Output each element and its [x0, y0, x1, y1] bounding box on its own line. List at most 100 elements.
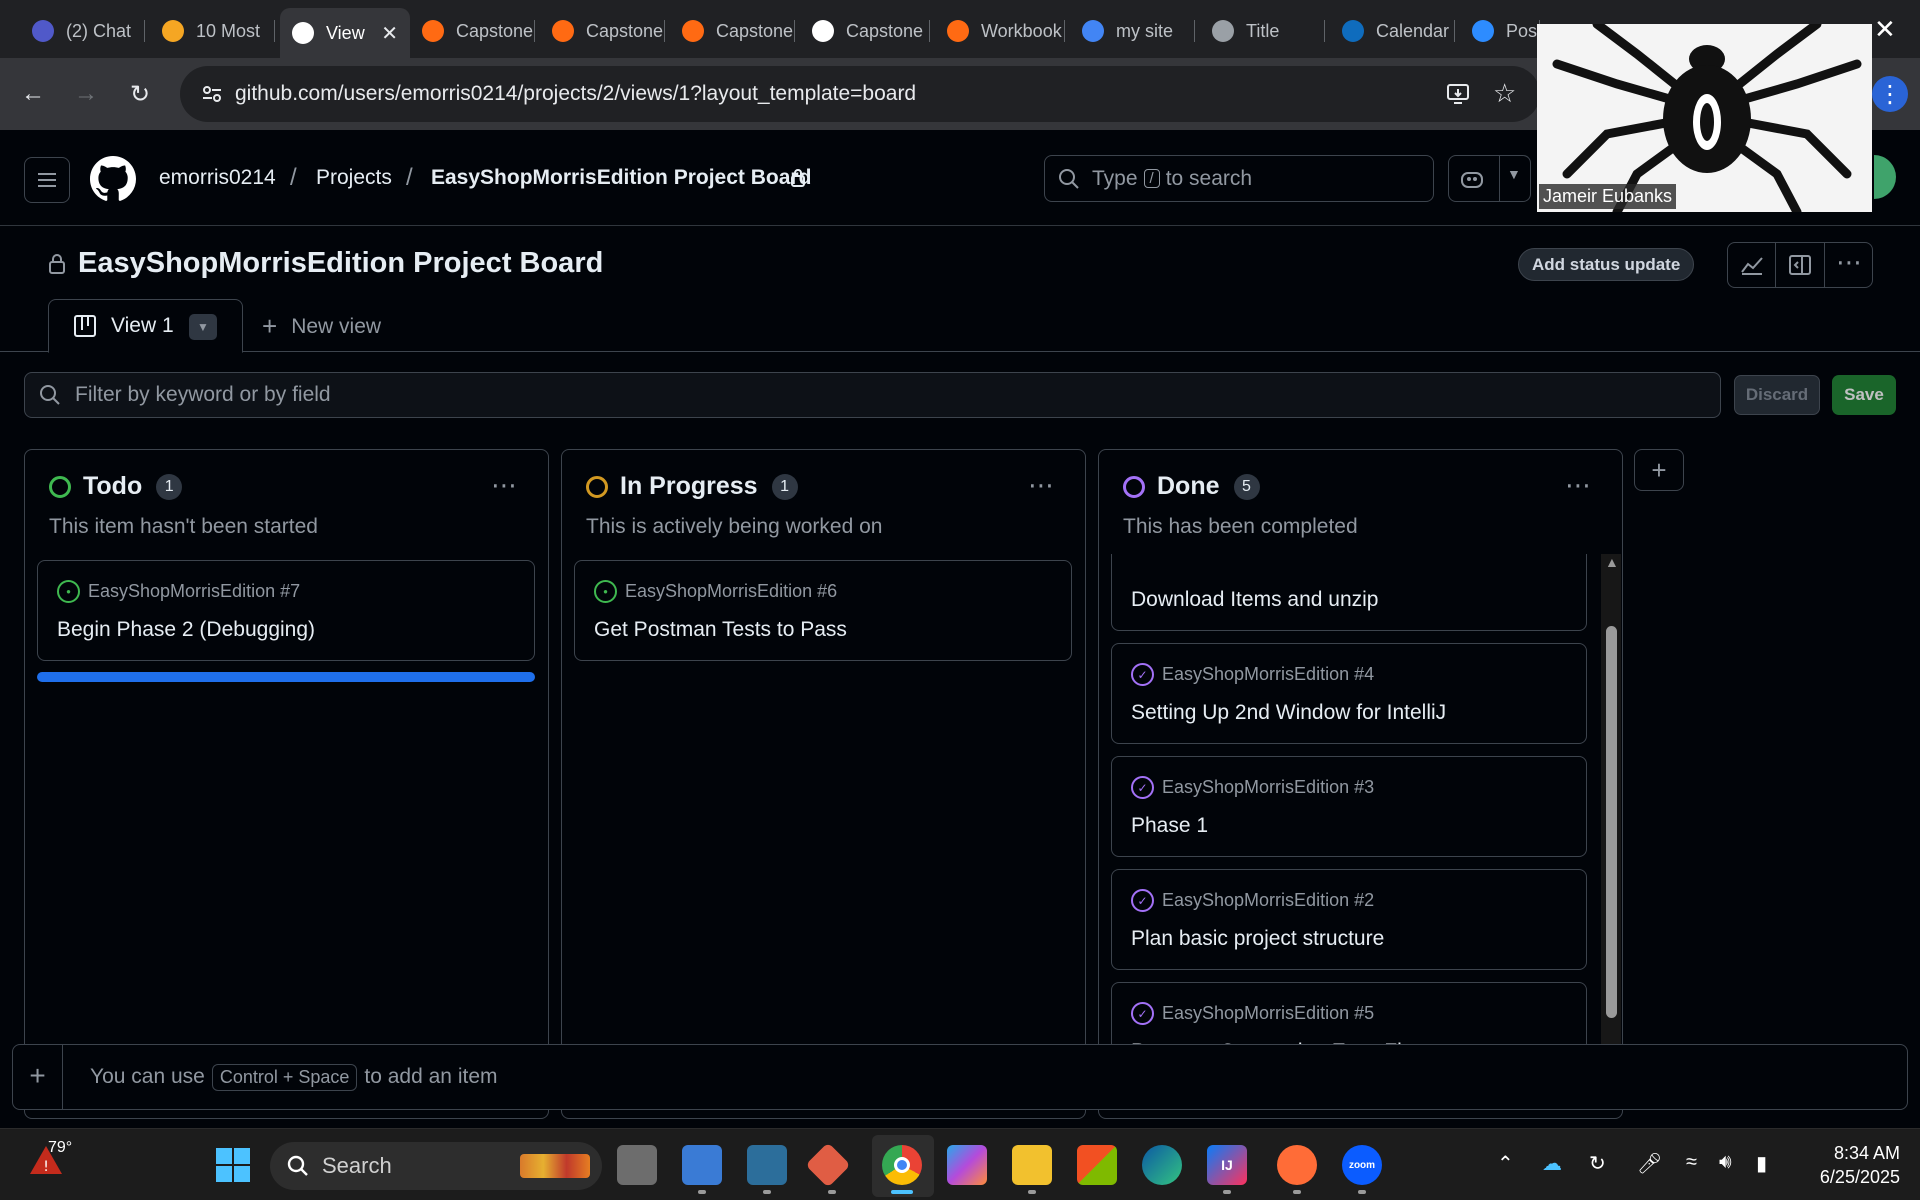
windows-start-icon[interactable]: [213, 1145, 253, 1185]
install-app-icon[interactable]: [1445, 81, 1471, 107]
bookmark-star-icon[interactable]: ☆: [1493, 78, 1516, 109]
close-tab-icon[interactable]: ✕: [381, 21, 398, 46]
card-title[interactable]: Plan basic project structure: [1131, 927, 1384, 951]
taskbar-search-label: Search: [322, 1153, 392, 1178]
running-indicator: [698, 1190, 706, 1194]
card-title[interactable]: Phase 1: [1131, 814, 1208, 838]
taskbar-search[interactable]: Search: [270, 1142, 602, 1190]
back-icon[interactable]: ←: [15, 76, 51, 112]
zoom-icon[interactable]: zoom: [1342, 1145, 1382, 1185]
mysql-workbench-icon[interactable]: [747, 1145, 787, 1185]
search-shortcut-key: /: [1143, 169, 1160, 188]
breadcrumb-owner[interactable]: emorris0214: [159, 166, 276, 190]
github-logo-icon[interactable]: [90, 156, 136, 202]
close-overlay-icon[interactable]: ✕: [1874, 14, 1896, 45]
issue-card[interactable]: ● EasyShopMorrisEdition #6 Get Postman Tes…: [574, 560, 1072, 661]
video-call-overlay[interactable]: Jameir Eubanks: [1537, 24, 1872, 212]
git-icon[interactable]: [805, 1142, 851, 1188]
card-title[interactable]: Get Postman Tests to Pass: [594, 618, 847, 642]
intellij-icon[interactable]: IJ: [1207, 1145, 1247, 1185]
issue-card[interactable]: ✓ EasyShopMorrisEdition #2 Plan basic proj…: [1111, 869, 1587, 970]
microsoft-store-icon[interactable]: [1077, 1145, 1117, 1185]
outlook-icon: [1342, 20, 1364, 42]
card-repo[interactable]: EasyShopMorrisEdition #3: [1162, 777, 1374, 798]
card-title[interactable]: Begin Phase 2 (Debugging): [57, 618, 315, 642]
openai-icon: [812, 20, 834, 42]
side-panel-icon[interactable]: [1788, 254, 1812, 276]
weather-widget[interactable]: ! 79°: [28, 1139, 72, 1175]
filter-input[interactable]: Filter by keyword or by field: [24, 372, 1721, 418]
browser-tab[interactable]: Calendar: [1330, 10, 1455, 52]
scrollbar-thumb[interactable]: [1606, 626, 1617, 1018]
postman-icon[interactable]: [1277, 1145, 1317, 1185]
breadcrumb-project[interactable]: EasyShopMorrisEdition Project Board: [431, 166, 811, 190]
card-meta: ● EasyShopMorrisEdition #7: [57, 580, 300, 603]
address-bar[interactable]: github.com/users/emorris0214/projects/2/…: [180, 66, 1540, 122]
browser-tab[interactable]: 10 Most: [150, 10, 275, 52]
column-menu-icon[interactable]: ⋯: [1565, 470, 1592, 501]
issue-card[interactable]: ● EasyShopMorrisEdition #7 Begin Phase 2 (…: [37, 560, 535, 661]
task-view-icon[interactable]: [617, 1145, 657, 1185]
issue-card[interactable]: ✓ EasyShopMorrisEdition #4 Setting Up 2nd …: [1111, 643, 1587, 744]
windows-taskbar: ! 79° Search IJ zoom ⌃ ☁ ↻ 🎤︎ ≈ 🔊︎ ▮ 8:3…: [0, 1128, 1920, 1200]
scroll-up-icon[interactable]: ▲: [1605, 554, 1619, 570]
browser-tab[interactable]: Capstone: [800, 10, 930, 52]
clock[interactable]: 8:34 AM 6/25/2025: [1800, 1141, 1900, 1189]
browser-tab[interactable]: Capstone: [410, 10, 535, 52]
browser-tab[interactable]: Workbook: [935, 10, 1065, 52]
browser-tab[interactable]: (2) Chat: [20, 10, 145, 52]
issue-card[interactable]: ✓ EasyShopMorrisEdition #3 Phase 1: [1111, 756, 1587, 857]
column-header: Done 5: [1123, 472, 1260, 501]
reload-icon[interactable]: ↻: [122, 76, 158, 112]
site-settings-icon[interactable]: [200, 82, 224, 106]
tab-view-1[interactable]: View 1 ▼: [48, 299, 243, 353]
forward-icon[interactable]: →: [68, 76, 104, 112]
add-item-plus-icon[interactable]: +: [13, 1045, 63, 1109]
browser-tab[interactable]: Capstone: [540, 10, 665, 52]
card-repo[interactable]: EasyShopMorrisEdition #4: [1162, 664, 1374, 685]
card-repo[interactable]: EasyShopMorrisEdition #6: [625, 581, 837, 602]
chrome-icon[interactable]: [882, 1145, 922, 1185]
browser-tab[interactable]: my site: [1070, 10, 1195, 52]
browser-tab[interactable]: Pos: [1460, 10, 1540, 52]
card-repo[interactable]: EasyShopMorrisEdition #7: [88, 581, 300, 602]
edge-icon[interactable]: [1142, 1145, 1182, 1185]
browser-tab[interactable]: View ✕: [280, 8, 410, 58]
insights-chart-icon[interactable]: [1740, 254, 1764, 276]
column-scrollbar[interactable]: ▲: [1601, 554, 1621, 1046]
browser-tab[interactable]: Title: [1200, 10, 1325, 52]
copilot-dropdown-icon[interactable]: ▼: [1507, 166, 1521, 182]
notepad-icon[interactable]: [682, 1145, 722, 1185]
card-title[interactable]: Download Items and unzip: [1131, 588, 1378, 612]
breadcrumb-projects[interactable]: Projects: [316, 166, 392, 190]
card-title[interactable]: Setting Up 2nd Window for IntelliJ: [1131, 701, 1446, 725]
wifi-icon[interactable]: ≈: [1686, 1151, 1697, 1174]
search-suffix: to search: [1165, 166, 1253, 190]
file-explorer-icon[interactable]: [1012, 1145, 1052, 1185]
save-button[interactable]: Save: [1832, 375, 1896, 415]
discard-button[interactable]: Discard: [1734, 375, 1820, 415]
show-hidden-icons-icon[interactable]: ⌃: [1497, 1151, 1514, 1176]
browser-tab[interactable]: Capstone: [670, 10, 795, 52]
add-item-bar[interactable]: + You can use Control + Space to add an …: [12, 1044, 1908, 1110]
hamburger-menu-icon[interactable]: [24, 157, 70, 203]
issue-card[interactable]: ✓EasyShopMorrisEdition #5Postman Connect…: [1111, 982, 1587, 1046]
microphone-icon[interactable]: 🎤︎: [1637, 1151, 1662, 1176]
chrome-menu-icon[interactable]: ⋮: [1872, 76, 1908, 112]
sync-icon[interactable]: ↻: [1589, 1151, 1606, 1176]
add-column-button[interactable]: +: [1634, 449, 1684, 491]
more-options-icon[interactable]: ⋯: [1836, 247, 1862, 278]
issue-card[interactable]: Download Items and unzip: [1111, 554, 1587, 631]
view-options-dropdown-icon[interactable]: ▼: [189, 314, 217, 340]
battery-icon[interactable]: ▮: [1756, 1151, 1767, 1176]
global-search-input[interactable]: Type / to search: [1044, 155, 1434, 202]
volume-icon[interactable]: 🔊︎: [1719, 1151, 1732, 1174]
card-repo[interactable]: EasyShopMorrisEdition #2: [1162, 890, 1374, 911]
add-status-update-button[interactable]: Add status update: [1518, 248, 1695, 281]
new-view-button[interactable]: + New view: [262, 311, 381, 342]
copilot-button[interactable]: ▼: [1448, 155, 1531, 202]
private-lock-icon: [49, 254, 65, 274]
card-repo[interactable]: EasyShopMorrisEdition #5: [1162, 1003, 1374, 1024]
copilot-app-icon[interactable]: [947, 1145, 987, 1185]
onedrive-icon[interactable]: ☁: [1542, 1151, 1562, 1176]
